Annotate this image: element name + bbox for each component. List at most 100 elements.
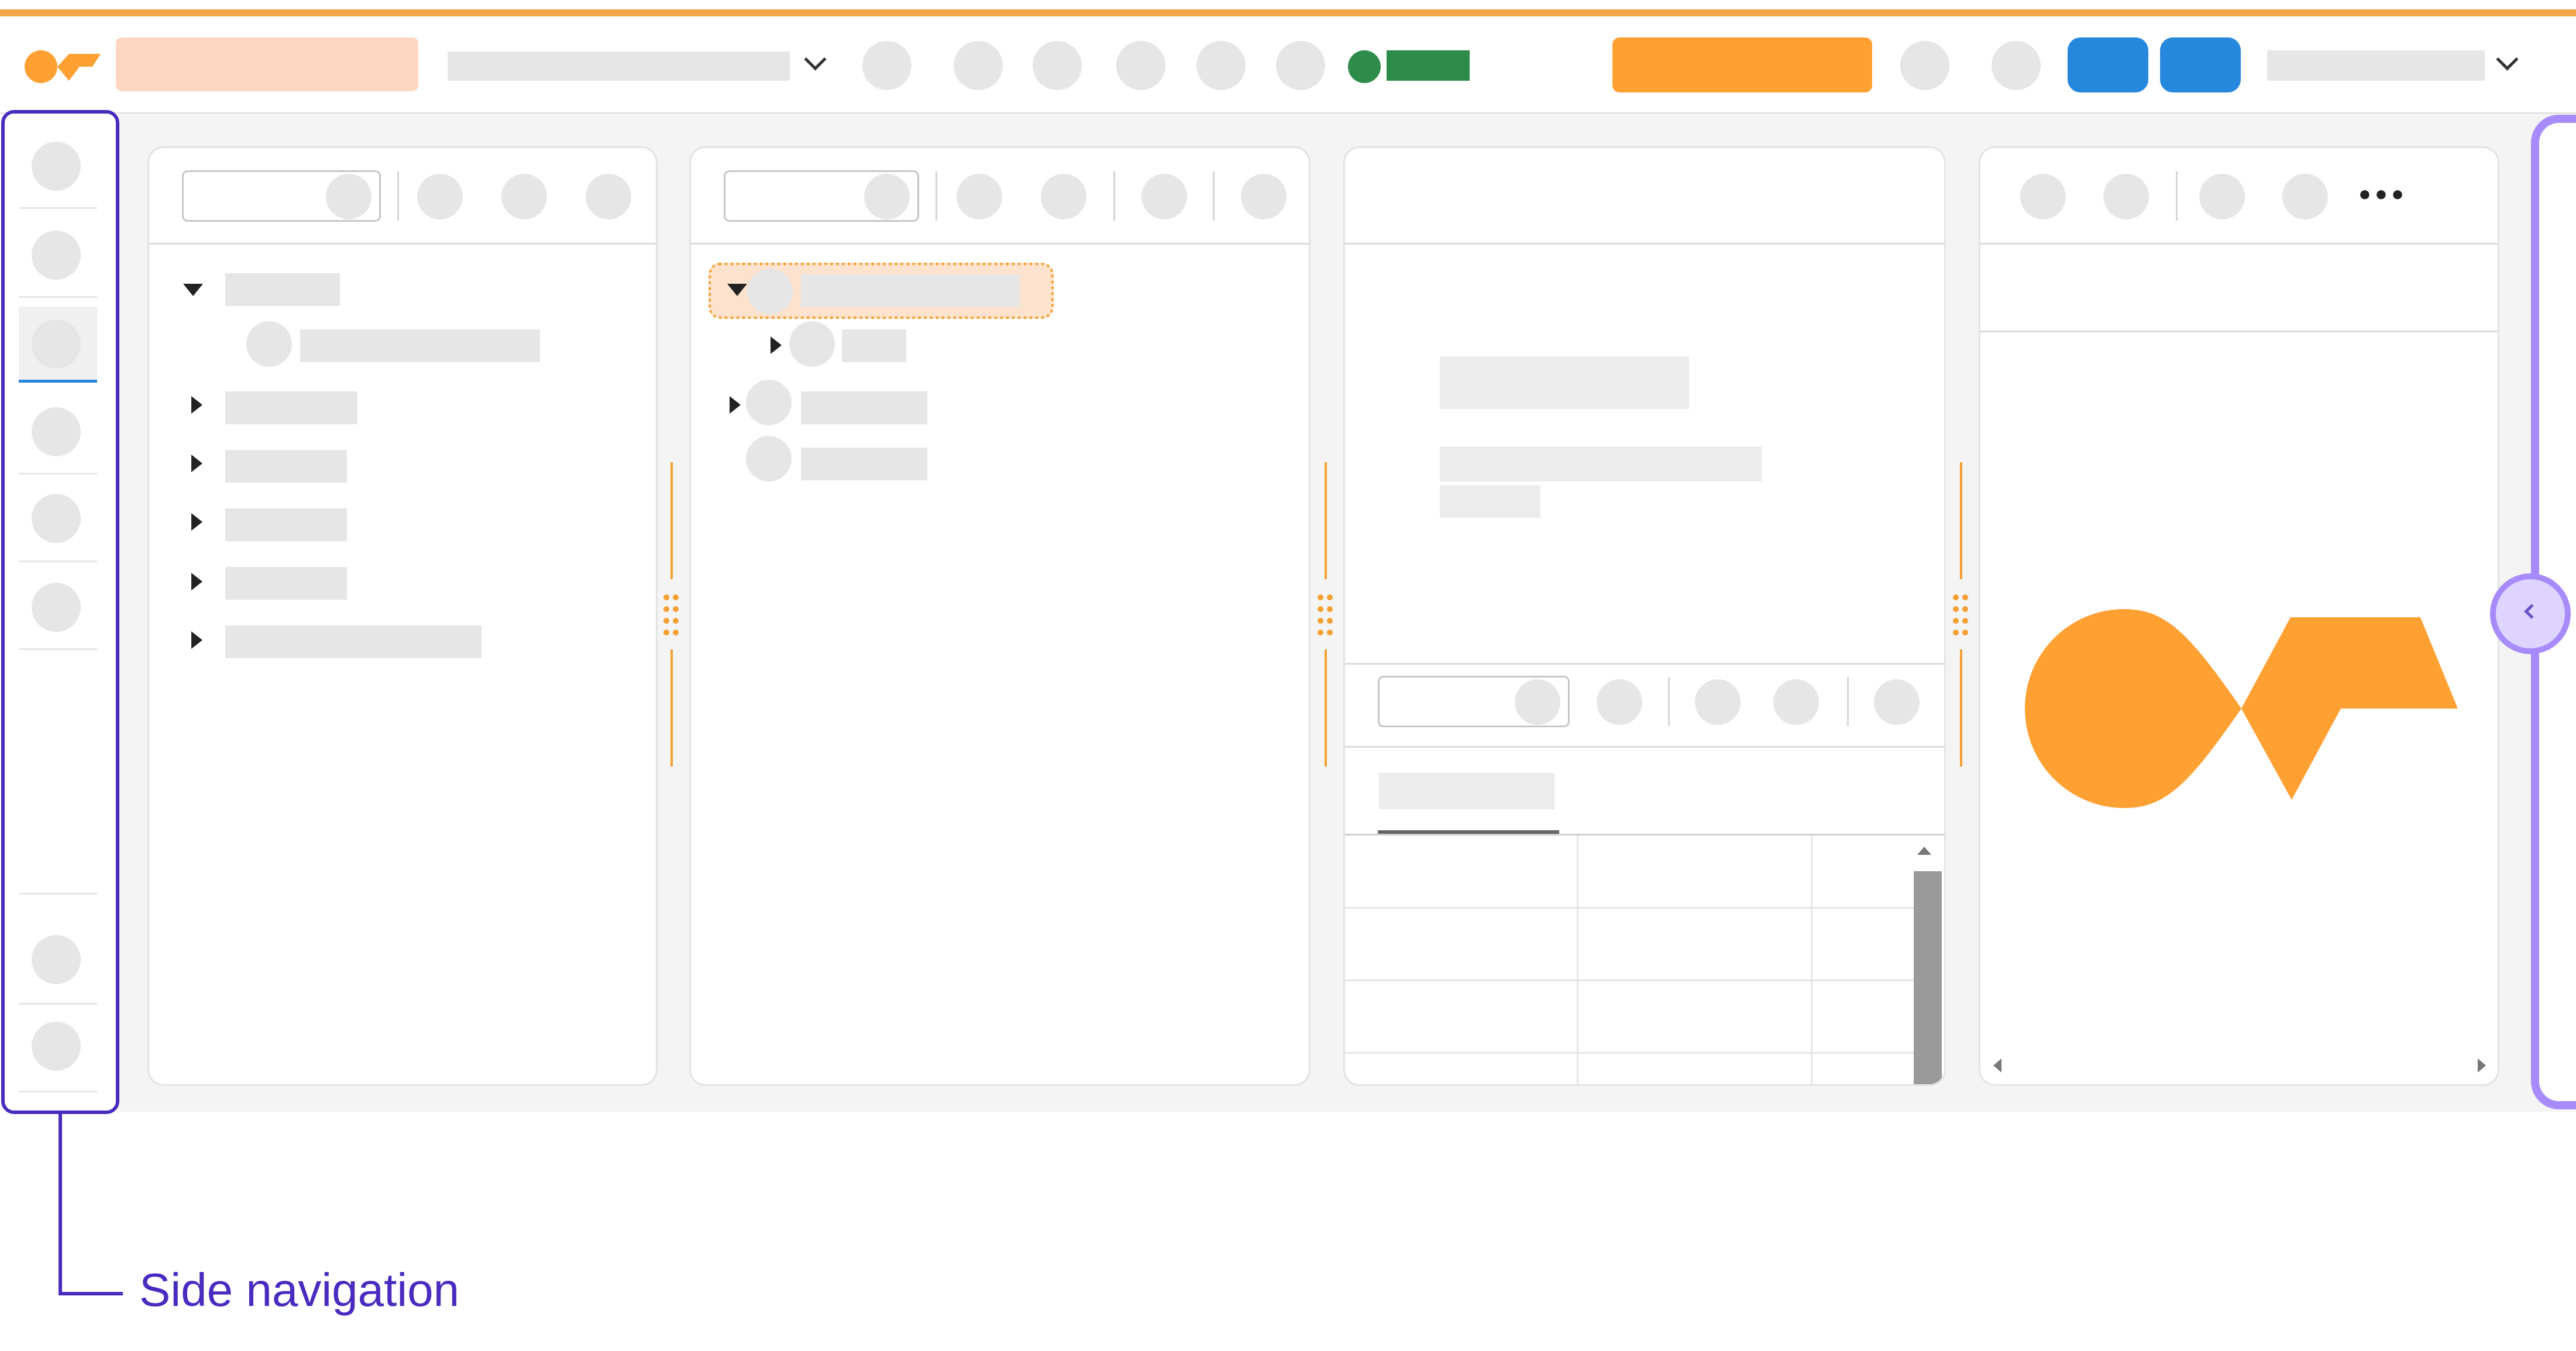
panel-divider [149,243,656,245]
preview-panel: ••• [1979,146,2499,1086]
drag-handle-icon[interactable] [1318,594,1335,637]
caret-right-icon[interactable] [191,631,202,649]
table-row [1345,907,1917,909]
tree-node-icon [747,269,793,314]
header-icon[interactable] [1992,41,2041,90]
toolbar-icon[interactable] [1196,41,1246,90]
toolbar-icon[interactable] [501,174,547,219]
table-row [1345,1052,1917,1054]
caret-right-icon[interactable] [191,513,202,531]
tree-node-icon [789,321,835,367]
context-selector[interactable] [448,51,790,81]
annotation-leader-line [59,1292,123,1295]
header-icon[interactable] [1900,41,1949,90]
expand-panel-button[interactable] [2490,573,2571,654]
tree-node-label[interactable] [225,567,347,600]
chevron-down-icon[interactable] [2496,48,2519,71]
scroll-up-arrow-icon[interactable] [1917,847,1931,855]
search-icon[interactable] [1515,679,1560,725]
caret-right-icon[interactable] [771,336,782,354]
toolbar-icon[interactable] [1033,41,1082,90]
search-icon[interactable] [326,174,372,219]
app-switcher-button[interactable] [116,37,418,91]
splitter-line [1960,462,1962,579]
toolbar-icon[interactable] [417,174,463,219]
toolbar-separator [1213,171,1215,221]
tree-node-label[interactable] [225,391,357,424]
tree-node-label[interactable] [801,391,927,424]
panel-divider [1980,243,2498,245]
toolbar-icon[interactable] [1874,679,1920,725]
drag-handle-icon[interactable] [1953,594,1970,637]
toolbar-icon[interactable] [2103,174,2149,219]
logo-icon[interactable] [23,47,101,85]
blue-action-button[interactable] [2068,37,2148,92]
caret-right-icon[interactable] [730,396,741,414]
tree-node-label[interactable] [225,508,347,541]
toolbar-separator [1113,171,1115,221]
toolbar-icon[interactable] [957,174,1002,219]
scroll-left-arrow-icon[interactable] [1993,1058,2001,1072]
toolbar-icon[interactable] [1276,41,1325,90]
status-dot-icon [1348,50,1381,83]
vertical-scrollbar-thumb[interactable] [1914,871,1942,1084]
tree-node-label[interactable] [225,273,340,306]
section-divider [1345,746,1944,748]
toolbar-icon[interactable] [1773,679,1819,725]
tree-node-icon [246,321,292,367]
toolbar-icon[interactable] [1597,679,1642,725]
table-column-divider [1577,836,1578,1084]
more-icon[interactable]: ••• [2355,178,2408,214]
user-menu[interactable] [2267,50,2485,81]
tree-panel [147,146,658,1086]
splitter-line [1960,649,1962,766]
blue-action-button[interactable] [2160,37,2241,92]
drag-handle-icon[interactable] [663,594,681,637]
primary-action-button[interactable] [1612,37,1872,92]
toolbar-icon[interactable] [1241,174,1287,219]
panel-divider [691,243,1309,245]
toolbar-icon[interactable] [954,41,1003,90]
chevron-down-icon[interactable] [804,48,827,71]
table-column-divider [1811,836,1813,1084]
caret-down-icon[interactable] [727,284,747,296]
caret-right-icon[interactable] [191,573,202,590]
caret-down-icon[interactable] [183,284,203,296]
tree-node-label[interactable] [300,329,540,362]
search-icon[interactable] [864,174,910,219]
caret-right-icon[interactable] [191,455,202,472]
details-panel [1343,146,1946,1086]
table-tab[interactable] [1379,773,1554,809]
splitter-line [670,649,673,766]
tree-node-label[interactable] [225,625,482,658]
toolbar-icon[interactable] [586,174,631,219]
toolbar-icon[interactable] [1041,174,1086,219]
status-badge [1387,50,1470,81]
toolbar-icon[interactable] [2020,174,2066,219]
data-table [1345,836,1917,1084]
details-text [1440,485,1540,518]
chevron-left-icon [2524,604,2539,619]
logo-icon [2025,609,2458,808]
scroll-right-arrow-icon[interactable] [2478,1058,2486,1072]
toolbar-separator [397,171,399,221]
tree-node-icon [746,436,792,482]
tree-node-label[interactable] [801,448,927,480]
details-text [1440,446,1762,482]
toolbar-icon[interactable] [1141,174,1187,219]
caret-right-icon[interactable] [191,396,202,414]
tree-node-icon [746,380,792,425]
toolbar-icon[interactable] [1116,41,1165,90]
details-title [1440,356,1689,409]
tree-node-label[interactable] [842,329,906,362]
splitter-line [1325,649,1327,766]
section-divider [1345,663,1944,665]
toolbar-icon[interactable] [2282,174,2328,219]
annotation-label: Side navigation [139,1264,460,1316]
tree-node-label[interactable] [225,450,347,483]
toolbar-icon[interactable] [2199,174,2245,219]
panel-divider [1980,331,2498,332]
toolbar-icon[interactable] [862,41,912,90]
top-accent-bar [0,9,2576,16]
toolbar-icon[interactable] [1695,679,1741,725]
